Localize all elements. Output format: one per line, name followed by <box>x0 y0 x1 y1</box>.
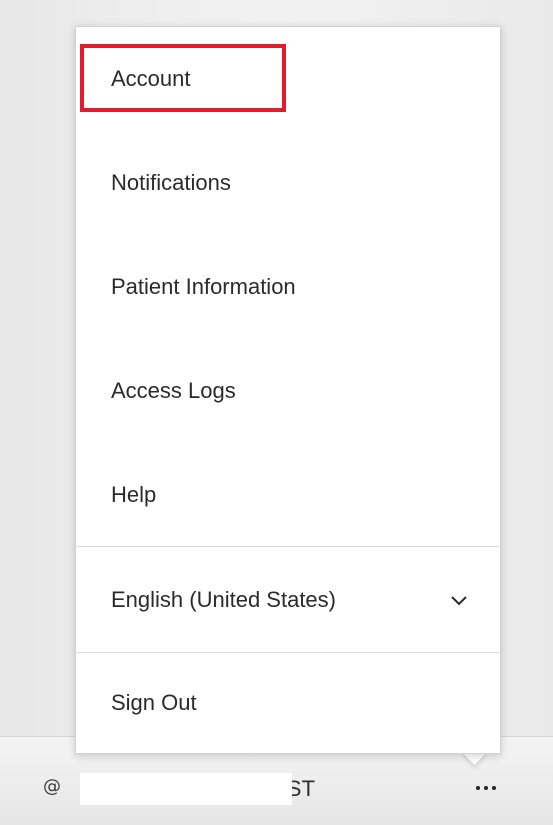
redaction-mask <box>80 773 292 805</box>
menu-item-access-logs[interactable]: Access Logs <box>76 339 500 443</box>
account-dropdown-menu: Account Notifications Patient Informatio… <box>75 26 501 754</box>
at-icon: @ <box>43 776 61 797</box>
more-options-button[interactable] <box>470 774 502 802</box>
menu-item-account[interactable]: Account <box>76 27 500 131</box>
language-select-value: English (United States) <box>111 586 336 612</box>
language-select[interactable]: English (United States) <box>76 547 500 652</box>
sign-out-label: Sign Out <box>111 690 197 715</box>
menu-item-label: Account <box>111 66 191 91</box>
menu-item-notifications[interactable]: Notifications <box>76 131 500 235</box>
sign-out-button[interactable]: Sign Out <box>76 653 500 753</box>
menu-item-label: Help <box>111 482 157 507</box>
chevron-down-icon <box>450 591 468 609</box>
menu-item-label: Patient Information <box>111 274 296 299</box>
menu-item-patient-information[interactable]: Patient Information <box>76 235 500 339</box>
menu-item-help[interactable]: Help <box>76 443 500 547</box>
more-horizontal-icon <box>476 786 496 790</box>
menu-item-label: Access Logs <box>111 378 236 403</box>
menu-item-label: Notifications <box>111 170 231 195</box>
